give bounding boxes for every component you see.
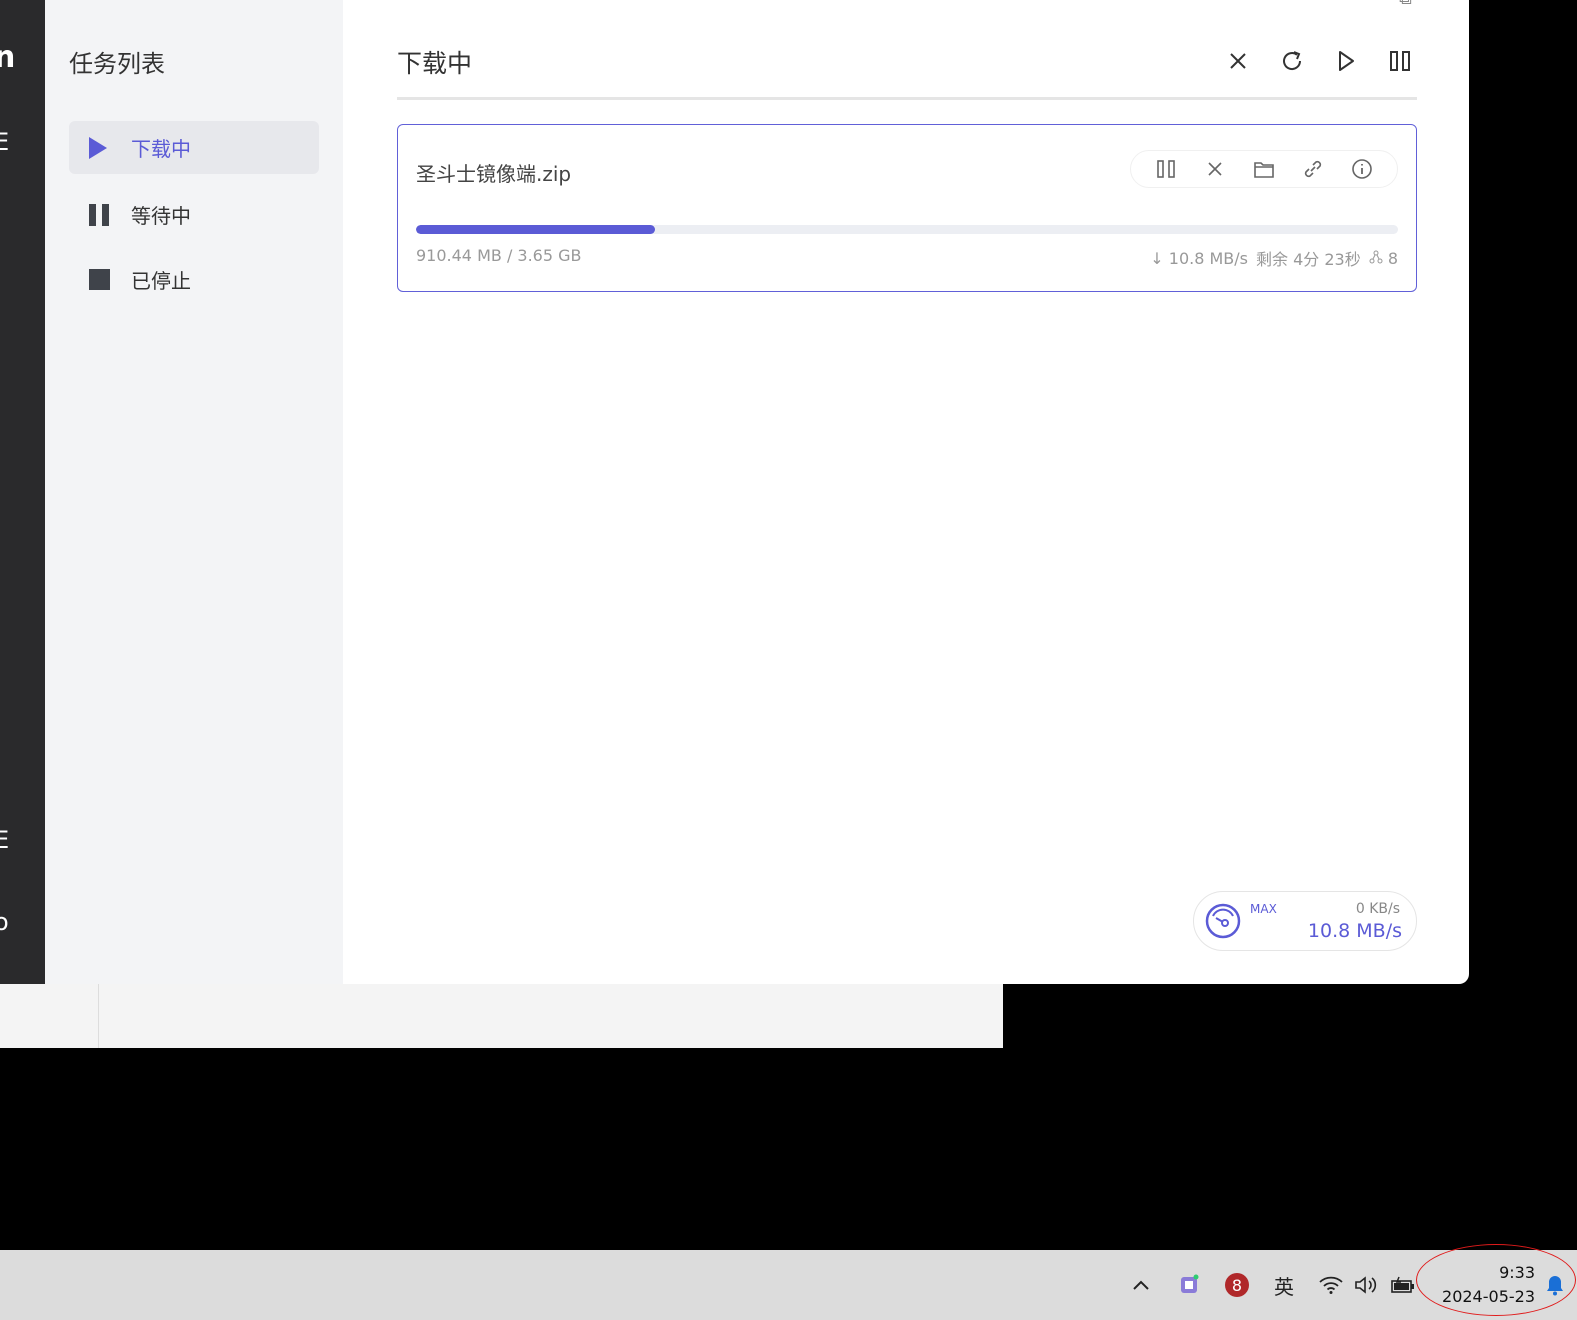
task-item[interactable]: 圣斗士镜像端.zip 910.44 MB / 3.65 GB ↓ 10.8 MB <box>397 124 1417 292</box>
wifi-button[interactable] <box>1316 1270 1346 1300</box>
speed-limit-label: MAX <box>1250 902 1277 916</box>
left-app-strip: n E . E o <box>0 0 45 984</box>
info-icon <box>1352 159 1373 179</box>
speedometer-icon <box>1205 903 1241 939</box>
volume-button[interactable] <box>1351 1270 1381 1300</box>
sidebar: 任务列表 下载中 等待中 已停止 <box>45 0 343 984</box>
task-open-folder-button[interactable] <box>1251 156 1277 182</box>
task-copy-link-button[interactable] <box>1300 156 1326 182</box>
task-connections: 8 <box>1369 249 1398 268</box>
pause-icon <box>89 203 109 226</box>
battery-charging-icon <box>1391 1276 1414 1293</box>
header-divider <box>397 97 1417 100</box>
svg-text:8: 8 <box>1232 1276 1242 1295</box>
pause-icon <box>1156 160 1175 178</box>
speaker-icon <box>1355 1276 1377 1294</box>
strip-glyph: . <box>0 210 2 238</box>
play-icon <box>89 136 109 159</box>
toolbar <box>1221 44 1417 78</box>
refresh-button[interactable] <box>1275 44 1309 78</box>
maximize-icon[interactable]: ⧉ <box>1399 0 1412 9</box>
download-speed: 10.8 MB/s <box>1307 920 1402 942</box>
divider <box>98 984 99 1048</box>
task-info-button[interactable] <box>1349 156 1375 182</box>
task-remaining: 剩余 4分 23秒 <box>1256 250 1361 269</box>
sidebar-item-waiting[interactable]: 等待中 <box>69 188 319 241</box>
battery-button[interactable] <box>1388 1270 1418 1300</box>
sidebar-item-stopped[interactable]: 已停止 <box>69 253 319 306</box>
strip-glyph: E <box>0 128 10 156</box>
sidebar-item-downloading[interactable]: 下载中 <box>69 121 319 174</box>
page-title: 下载中 <box>397 49 473 78</box>
resume-all-button[interactable] <box>1329 44 1363 78</box>
close-icon <box>1230 53 1246 69</box>
refresh-icon <box>1283 51 1302 70</box>
red-annotation-circle <box>1416 1244 1576 1316</box>
close-icon <box>1208 162 1222 176</box>
show-hidden-icons-button[interactable] <box>1126 1270 1156 1300</box>
task-connections-count: 8 <box>1387 248 1398 268</box>
task-progress-fill <box>416 225 655 234</box>
strip-glyph: n <box>0 40 16 75</box>
strip-glyph: o <box>0 908 9 936</box>
task-delete-button[interactable] <box>1202 156 1228 182</box>
tray-app-red[interactable]: 8 <box>1222 1270 1252 1300</box>
sidebar-title: 任务列表 <box>69 50 165 78</box>
background-window <box>0 984 1003 1048</box>
sidebar-item-label: 下载中 <box>131 137 191 161</box>
sidebar-item-label: 已停止 <box>131 269 191 293</box>
delete-all-button[interactable] <box>1221 44 1255 78</box>
input-method-indicator[interactable]: 英 <box>1269 1270 1299 1300</box>
task-size: 910.44 MB / 3.65 GB <box>416 246 582 265</box>
task-stats: ↓ 10.8 MB/s 剩余 4分 23秒 8 <box>1150 246 1398 270</box>
task-pause-button[interactable] <box>1153 156 1179 182</box>
connections-icon <box>1369 250 1383 263</box>
play-icon <box>1339 51 1354 71</box>
clipboard-app-icon <box>1181 1274 1199 1293</box>
task-action-bar <box>1130 150 1398 188</box>
stop-icon <box>89 268 110 291</box>
sidebar-item-label: 等待中 <box>131 204 191 228</box>
pause-all-button[interactable] <box>1383 44 1417 78</box>
task-filename: 圣斗士镜像端.zip <box>416 162 572 186</box>
upload-speed: 0 KB/s <box>1355 901 1400 917</box>
pause-icon <box>1390 51 1410 71</box>
tray-app-clipboard[interactable] <box>1174 1270 1204 1300</box>
download-manager-window: 任务列表 下载中 等待中 已停止 — ⧉ ✕ 下载中 <box>45 0 1469 984</box>
link-icon <box>1305 160 1322 178</box>
task-progress-bar <box>416 225 1398 234</box>
wifi-icon <box>1319 1276 1343 1294</box>
minimize-icon[interactable]: — <box>1329 0 1347 9</box>
strip-glyph: E <box>0 826 10 854</box>
folder-icon <box>1254 162 1274 178</box>
speed-meter[interactable]: MAX 0 KB/s 10.8 MB/s <box>1193 891 1417 951</box>
task-speed: ↓ 10.8 MB/s <box>1150 248 1248 268</box>
app-logo-icon: 8 <box>1225 1273 1249 1297</box>
chevron-up-icon <box>1133 1280 1149 1290</box>
